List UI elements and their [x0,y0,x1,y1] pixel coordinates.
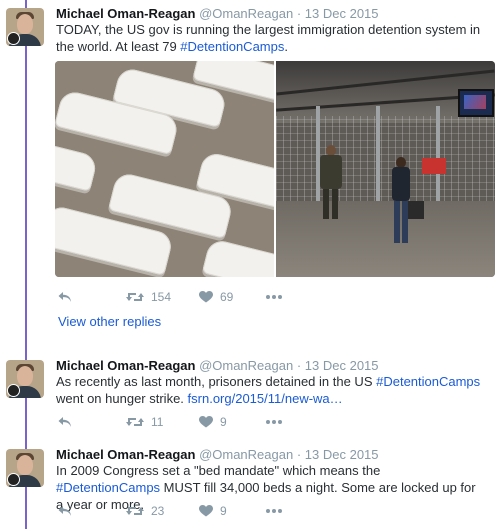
more-button[interactable] [265,288,283,306]
tweet-date[interactable]: 13 Dec 2015 [305,358,379,373]
badge-icon [7,32,20,45]
more-icon [266,295,282,299]
author-name[interactable]: Michael Oman-Reagan [56,358,195,373]
tweet-date[interactable]: 13 Dec 2015 [305,447,379,462]
media-photo-aerial-tents[interactable] [55,61,274,277]
reply-button[interactable] [58,288,72,306]
retweet-count: 23 [151,504,165,518]
retweet-icon [126,507,144,515]
avatar[interactable] [6,449,44,487]
tweet-media[interactable] [55,61,495,277]
like-count: 9 [220,504,227,518]
like-count: 69 [220,290,234,304]
retweet-button[interactable]: 11 [126,413,163,431]
avatar[interactable] [6,360,44,398]
date-separator: · [296,6,302,21]
reply-button[interactable] [58,502,72,520]
author-handle[interactable]: @OmanReagan [199,6,293,21]
badge-icon [7,473,20,486]
more-button[interactable] [265,502,283,520]
reply-button[interactable] [58,413,72,431]
like-button[interactable]: 69 [199,288,233,306]
author-name[interactable]: Michael Oman-Reagan [56,447,195,462]
author-name[interactable]: Michael Oman-Reagan [56,6,195,21]
more-icon [266,509,282,513]
retweet-button[interactable]: 154 [126,288,171,306]
tweet-text: As recently as last month, prisoners det… [56,373,486,407]
tv-screen [458,89,494,117]
badge-icon [7,384,20,397]
heart-icon [199,416,213,428]
tweet-text-part: went on hunger strike. [56,391,188,406]
avatar[interactable] [6,8,44,46]
retweet-count: 11 [151,415,164,429]
retweet-button[interactable]: 23 [126,502,164,520]
article-link[interactable]: fsrn.org/2015/11/new-wa… [188,391,343,406]
heart-icon [199,505,213,517]
tweet-text: TODAY, the US gov is running the largest… [56,21,486,55]
hashtag-link[interactable]: #DetentionCamps [56,480,160,495]
tweet-text-part: . [284,39,288,54]
tweet-date[interactable]: 13 Dec 2015 [305,6,379,21]
media-photo-detention-interior[interactable] [276,61,495,277]
like-button[interactable]: 9 [199,502,227,520]
tweet-header: Michael Oman-Reagan @OmanReagan · 13 Dec… [56,6,379,21]
reply-icon [58,417,71,427]
more-button[interactable] [265,413,283,431]
author-handle[interactable]: @OmanReagan [199,447,293,462]
reply-icon [58,506,71,516]
tweet-header: Michael Oman-Reagan @OmanReagan · 13 Dec… [56,447,379,462]
retweet-icon [126,418,144,426]
date-separator: · [296,358,302,373]
author-handle[interactable]: @OmanReagan [199,358,293,373]
tweet-text-part: As recently as last month, prisoners det… [56,374,377,389]
tweet-text-part: In 2009 Congress set a "bed mandate" whi… [56,463,381,478]
date-separator: · [296,447,302,462]
tweet-header: Michael Oman-Reagan @OmanReagan · 13 Dec… [56,358,379,373]
retweet-count: 154 [151,290,172,304]
hashtag-link[interactable]: #DetentionCamps [180,39,284,54]
hashtag-link[interactable]: #DetentionCamps [376,374,480,389]
like-button[interactable]: 9 [199,413,227,431]
like-count: 9 [220,415,227,429]
heart-icon [199,291,213,303]
view-other-replies-link[interactable]: View other replies [58,314,161,329]
retweet-icon [126,293,144,301]
reply-icon [58,292,71,302]
more-icon [266,420,282,424]
